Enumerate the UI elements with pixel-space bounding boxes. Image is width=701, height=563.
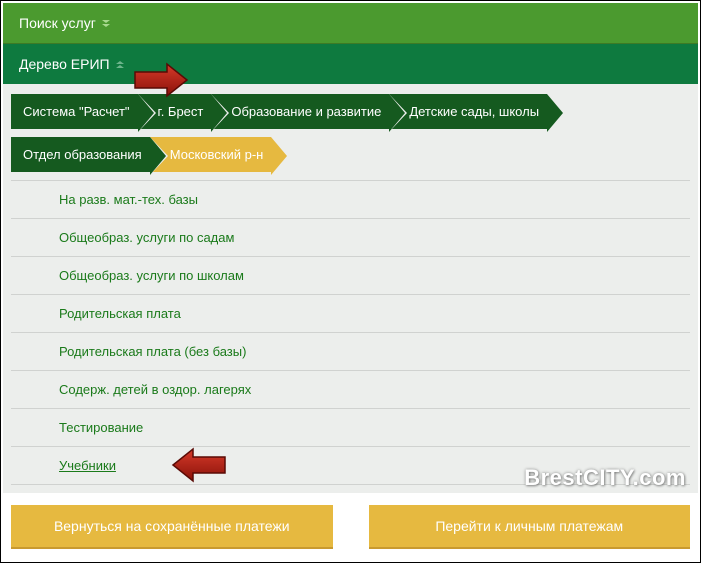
breadcrumb-subcategory[interactable]: Детские сады, школы (389, 94, 547, 129)
tree-panel-title: Дерево ЕРИП (19, 56, 110, 72)
breadcrumb-area: Система "Расчет" г. Брест Образование и … (3, 84, 698, 493)
tree-panel-header[interactable]: Дерево ЕРИП (3, 44, 698, 84)
arrow-indicator-icon (131, 62, 189, 98)
list-item-textbooks[interactable]: Учебники (11, 447, 690, 485)
list-item[interactable]: Родительская плата (без базы) (11, 333, 690, 371)
breadcrumb-category[interactable]: Образование и развитие (211, 94, 389, 129)
list-item[interactable]: Содерж. детей в оздор. лагерях (11, 371, 690, 409)
list-item[interactable]: На разв. мат.-тех. базы (11, 181, 690, 219)
breadcrumb-system[interactable]: Система "Расчет" (11, 94, 138, 129)
list-item[interactable]: Общеобраз. услуги по школам (11, 257, 690, 295)
list-item[interactable]: Общеобраз. услуги по садам (11, 219, 690, 257)
list-item[interactable]: Родительская плата (11, 295, 690, 333)
breadcrumb-department[interactable]: Отдел образования (11, 137, 150, 172)
breadcrumb-district[interactable]: Московский р-н (150, 137, 272, 172)
button-row: Вернуться на сохранённые платежи Перейти… (3, 493, 698, 557)
arrow-indicator-icon (171, 447, 229, 483)
chevron-down-icon (102, 20, 110, 27)
breadcrumb-row-1: Система "Расчет" г. Брест Образование и … (11, 94, 690, 129)
chevron-up-icon (116, 61, 124, 68)
forward-button[interactable]: Перейти к личным платежам (369, 505, 691, 549)
breadcrumb-row-2: Отдел образования Московский р-н (11, 137, 690, 172)
list-item[interactable]: Тестирование (11, 409, 690, 447)
service-list: На разв. мат.-тех. базы Общеобраз. услуг… (11, 180, 690, 485)
search-panel-header[interactable]: Поиск услуг (3, 3, 698, 44)
search-panel-title: Поиск услуг (19, 15, 96, 31)
back-button[interactable]: Вернуться на сохранённые платежи (11, 505, 333, 549)
